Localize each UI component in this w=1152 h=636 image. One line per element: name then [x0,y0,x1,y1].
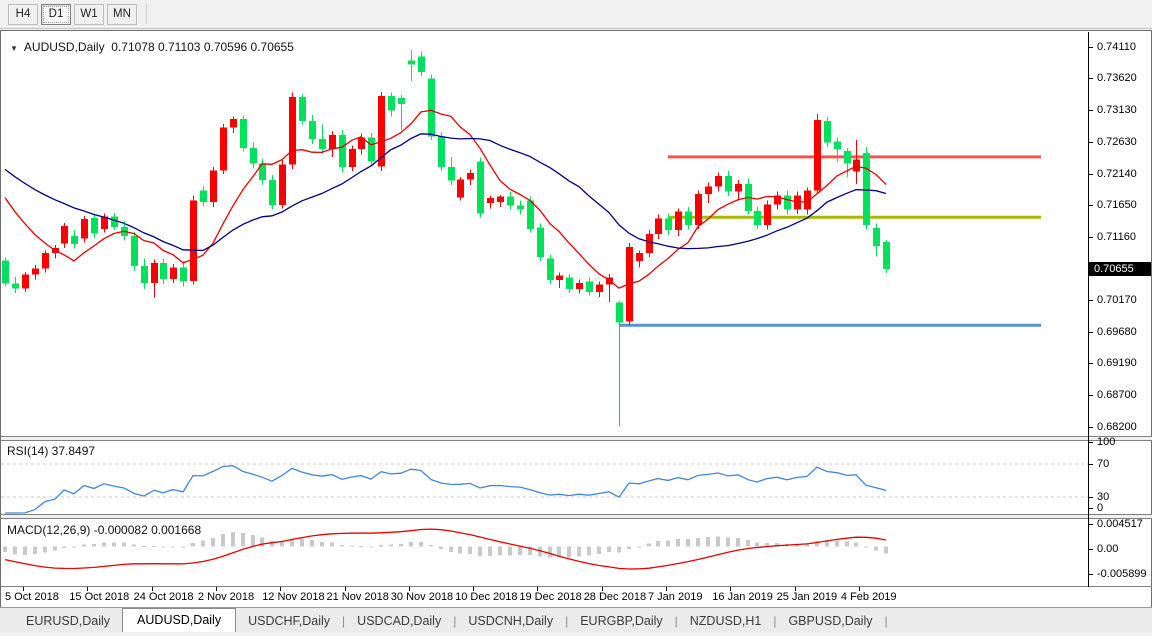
date-tick-label: 4 Feb 2019 [841,591,897,603]
tab-usdcnh[interactable]: USDCNH,Daily [456,611,565,632]
date-tick-label: 19 Dec 2018 [519,591,581,603]
date-tick-label: 7 Jan 2019 [648,591,702,603]
rsi-scale-label: 100 [1097,436,1115,448]
macd-tick-mark [1089,524,1093,525]
tab-separator: | [884,614,887,632]
price-tick-label: 0.72140 [1097,168,1137,180]
macd-scale-label: -0.005899 [1097,568,1147,580]
mt4-window: H4D1W1MN ▼ AUDUSD,Daily 0.71078 0.71103 0… [0,0,1152,636]
price-tick-label: 0.69680 [1097,326,1137,338]
tab-nzdusd[interactable]: NZDUSD,H1 [678,611,774,632]
date-tick-label: 21 Nov 2018 [327,591,389,603]
macd-label: MACD(12,26,9) -0.000082 0.001668 [7,523,201,537]
timeframe-button-w1[interactable]: W1 [74,4,104,25]
date-tick-label: 2 Nov 2018 [198,591,254,603]
rsi-tick-mark [1089,464,1093,465]
price-tick-label: 0.74110 [1097,41,1136,53]
date-tick-mark [345,587,346,591]
date-tick-mark [473,587,474,591]
symbol-tab-bar: EURUSD,DailyAUDUSD,DailyUSDCHF,Daily | USD… [0,607,1152,632]
price-tick-mark [1089,427,1093,428]
tab-usdchf[interactable]: USDCHF,Daily [236,611,342,632]
macd-scale-label: 0.00 [1097,543,1118,555]
price-tick-mark [1089,300,1093,301]
price-axis-border [1088,32,1089,587]
date-tick-mark [730,587,731,591]
date-tick-label: 12 Nov 2018 [262,591,324,603]
date-tick-label: 15 Oct 2018 [69,591,129,603]
date-tick-mark [87,587,88,591]
price-tick-mark [1089,174,1093,175]
macd-splitter[interactable] [1,514,1152,519]
price-tick-mark [1089,205,1093,206]
rsi-tick-mark [1089,508,1093,509]
price-tick-label: 0.69190 [1097,357,1137,369]
date-tick-label: 28 Dec 2018 [584,591,646,603]
date-tick-label: 10 Dec 2018 [455,591,517,603]
date-tick-mark [666,587,667,591]
timeframe-button-d1[interactable]: D1 [41,4,71,25]
date-tick-label: 24 Oct 2018 [134,591,194,603]
status-strip [0,632,1152,636]
price-tick-mark [1089,395,1093,396]
timeframe-toolbar: H4D1W1MN [0,0,1152,29]
tab-eurusd[interactable]: EURUSD,Daily [14,611,122,632]
date-tick-mark [602,587,603,591]
tab-usdcad[interactable]: USDCAD,Daily [345,611,453,632]
current-price-badge: 0.70655 [1089,262,1151,276]
date-tick-mark [152,587,153,591]
price-tick-label: 0.68700 [1097,389,1137,401]
date-tick-mark [23,587,24,591]
symbol-dropdown-icon[interactable]: ▼ [10,44,18,53]
rsi-splitter[interactable] [1,436,1152,441]
price-tick-label: 0.70170 [1097,294,1137,306]
chart-canvas[interactable] [1,31,1151,607]
rsi-scale-label: 0 [1097,502,1103,514]
price-tick-mark [1089,332,1093,333]
date-tick-mark [216,587,217,591]
price-tick-label: 0.72630 [1097,136,1137,148]
tab-audusd[interactable]: AUDUSD,Daily [122,608,236,632]
timeframe-button-h4[interactable]: H4 [8,4,38,25]
macd-tick-mark [1089,549,1093,550]
chart-window[interactable]: ▼ AUDUSD,Daily 0.71078 0.71103 0.70596 0.… [0,30,1152,607]
date-axis-border [1,586,1152,587]
date-tick-mark [409,587,410,591]
price-tick-mark [1089,142,1093,143]
rsi-tick-mark [1089,497,1093,498]
toolbar-separator [146,4,147,24]
date-tick-mark [537,587,538,591]
date-tick-mark [859,587,860,591]
chart-title: ▼ AUDUSD,Daily 0.71078 0.71103 0.70596 0.… [10,40,294,54]
price-tick-mark [1089,363,1093,364]
price-tick-label: 0.71160 [1097,231,1136,243]
rsi-scale-label: 70 [1097,458,1109,470]
macd-tick-mark [1089,574,1093,575]
date-tick-label: 5 Oct 2018 [5,591,59,603]
date-tick-label: 16 Jan 2019 [712,591,773,603]
price-tick-label: 0.68200 [1097,421,1137,433]
price-tick-mark [1089,237,1093,238]
timeframe-button-mn[interactable]: MN [107,4,137,25]
date-tick-label: 25 Jan 2019 [777,591,838,603]
rsi-label: RSI(14) 37.8497 [7,444,95,458]
price-tick-label: 0.73130 [1097,104,1137,116]
price-tick-label: 0.73620 [1097,72,1137,84]
chart-ohlc-values: 0.71078 0.71103 0.70596 0.70655 [111,40,294,54]
price-tick-label: 0.71650 [1097,199,1137,211]
tab-eurgbp[interactable]: EURGBP,Daily [568,611,674,632]
rsi-tick-mark [1089,442,1093,443]
date-tick-mark [280,587,281,591]
price-tick-mark [1089,78,1093,79]
date-tick-label: 30 Nov 2018 [391,591,453,603]
date-tick-mark [795,587,796,591]
macd-scale-label: 0.004517 [1097,518,1143,530]
price-tick-mark [1089,47,1093,48]
price-tick-mark [1089,110,1093,111]
chart-symbol-label: AUDUSD,Daily [24,40,105,54]
tab-gbpusd[interactable]: GBPUSD,Daily [776,611,884,632]
